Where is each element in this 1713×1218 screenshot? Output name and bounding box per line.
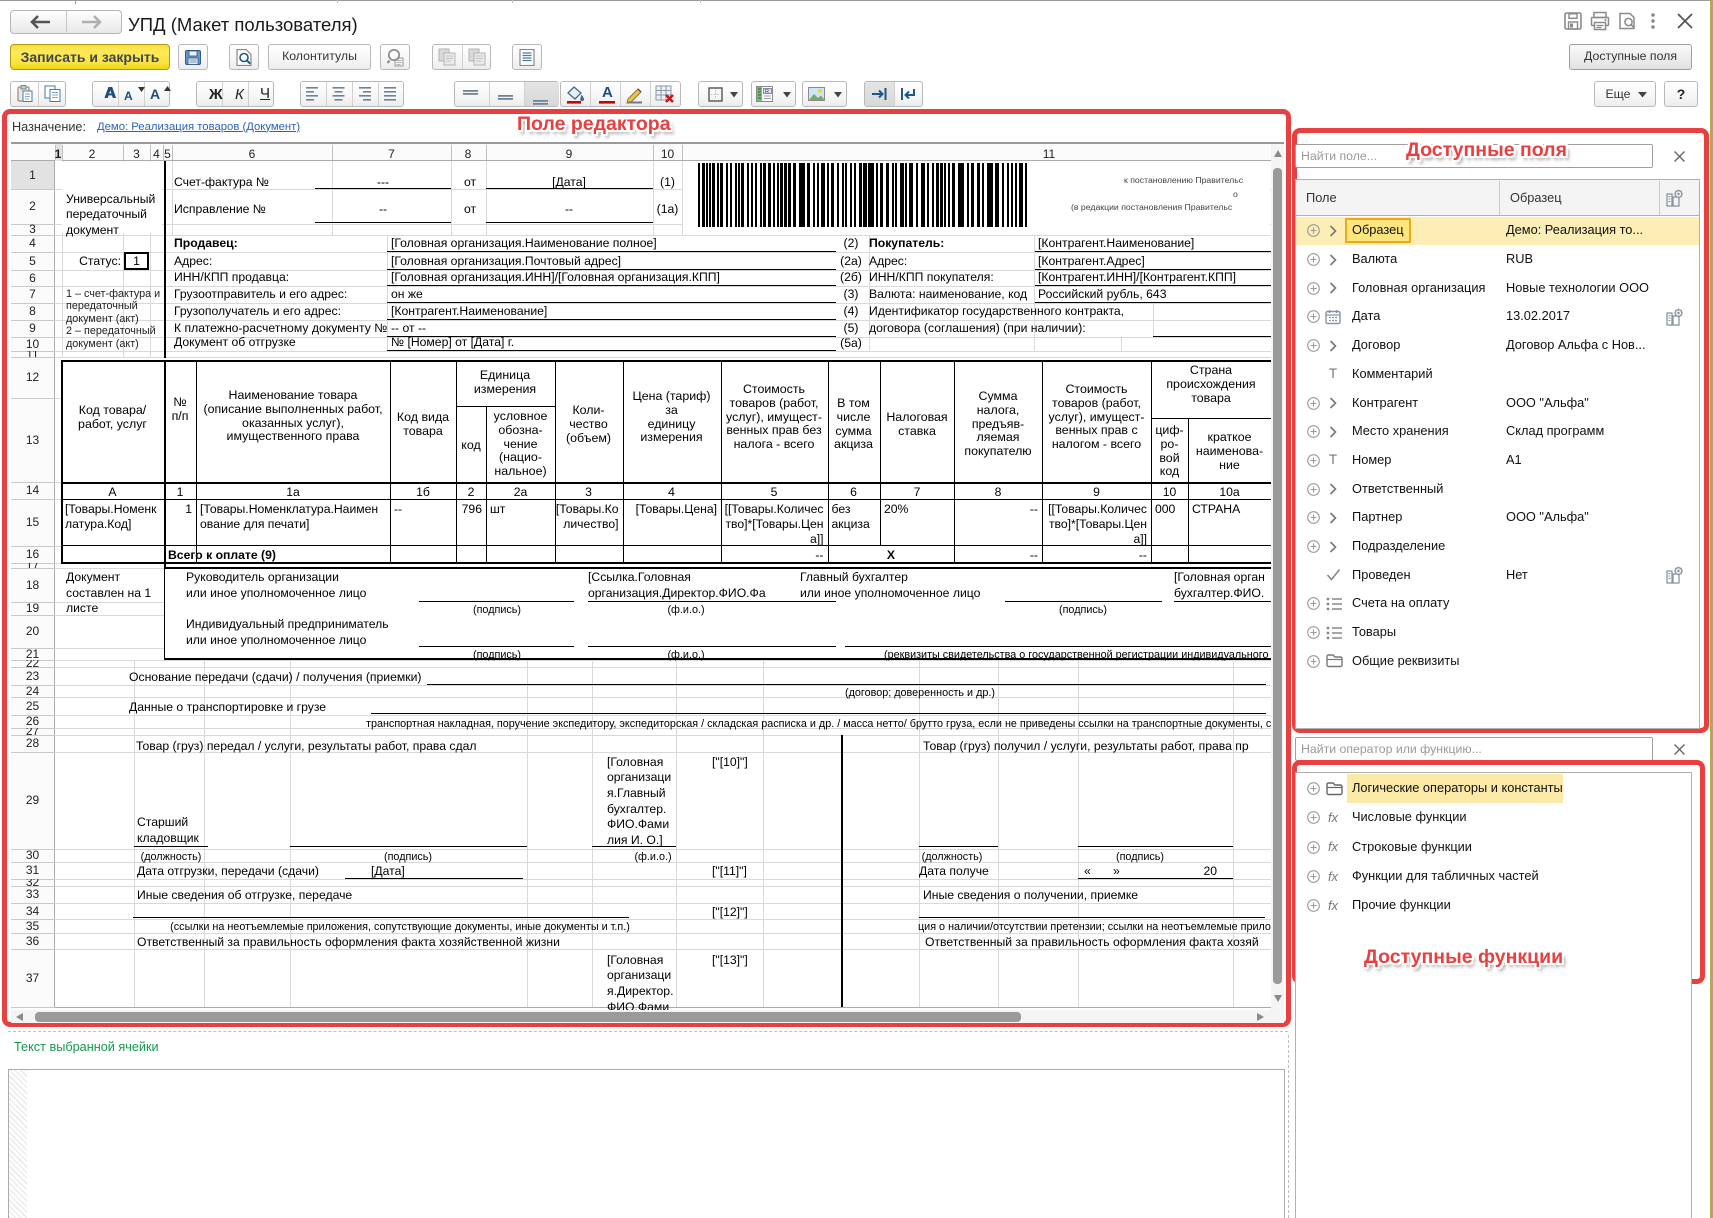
svg-text:R: R bbox=[765, 89, 769, 95]
